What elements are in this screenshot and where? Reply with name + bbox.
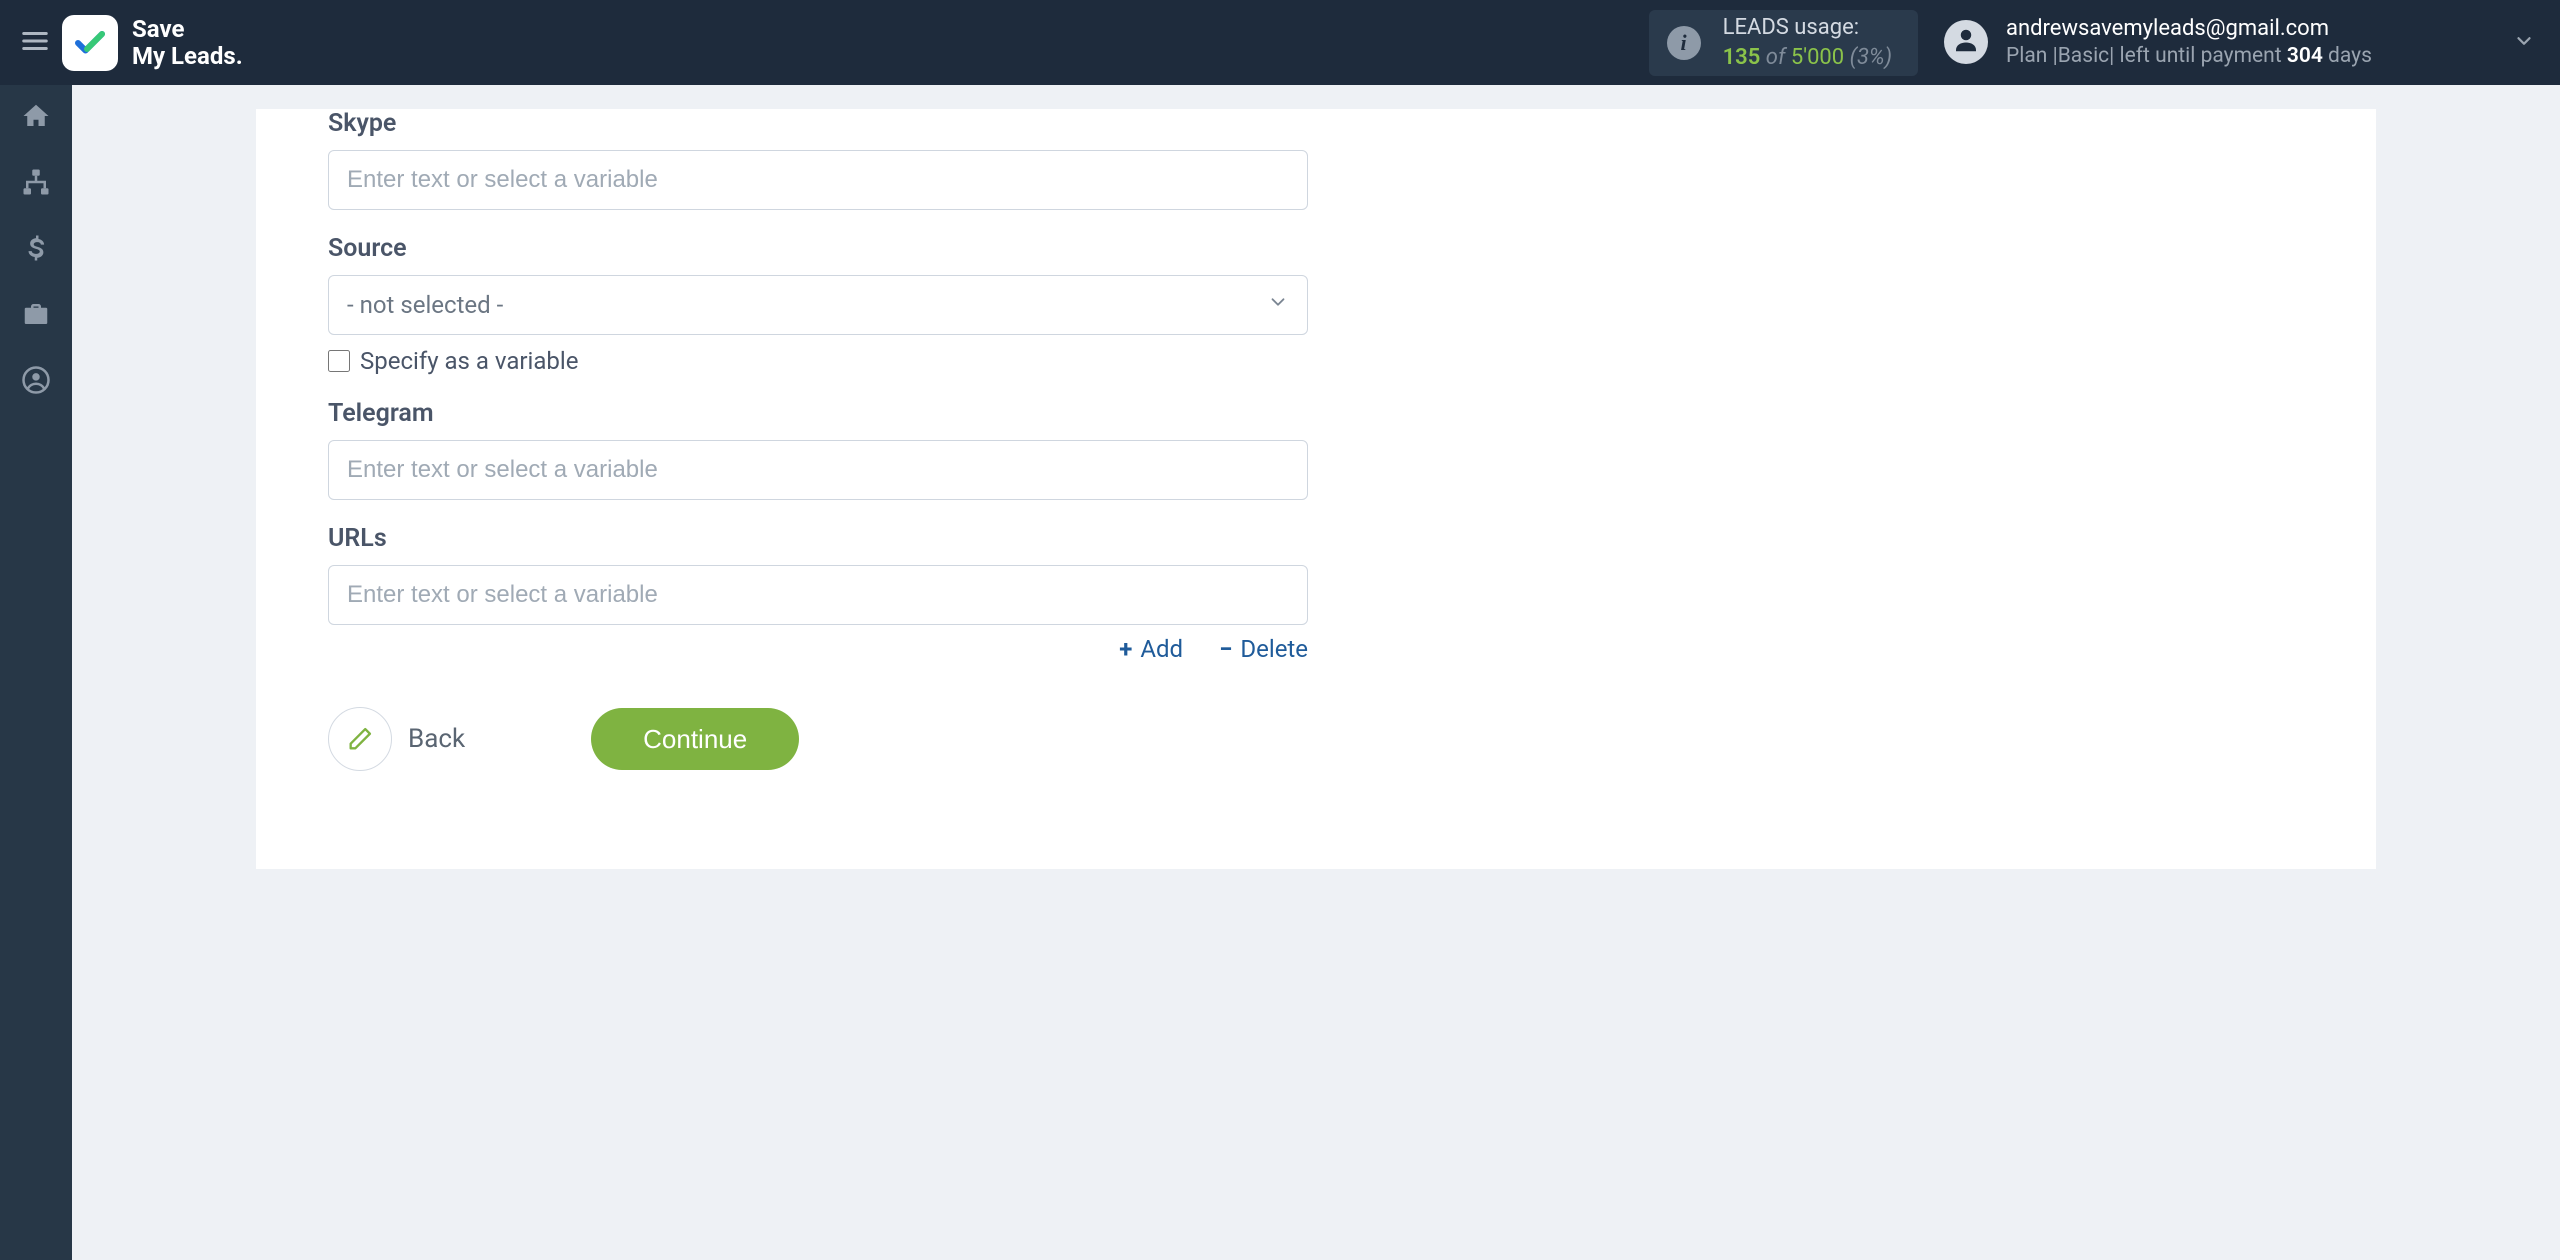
plan-days-suffix: days: [2323, 44, 2372, 68]
sidebar: [0, 85, 72, 1260]
skype-input[interactable]: [328, 150, 1308, 210]
source-select[interactable]: - not selected -: [328, 275, 1308, 335]
buttons-row: Back Continue: [328, 707, 1856, 771]
label-source: Source: [328, 234, 1856, 263]
field-group-telegram: Telegram: [328, 399, 1856, 500]
home-icon: [21, 101, 51, 135]
brand-line2: My Leads.: [132, 43, 243, 69]
urls-delete-label: Delete: [1240, 635, 1308, 663]
continue-button[interactable]: Continue: [591, 708, 799, 770]
dollar-icon: [21, 233, 51, 267]
usage-limit: 5'000: [1791, 45, 1844, 70]
continue-label: Continue: [643, 724, 747, 754]
briefcase-icon: [21, 299, 51, 333]
avatar: [1944, 20, 1988, 64]
minus-icon: −: [1219, 635, 1232, 663]
telegram-input[interactable]: [328, 440, 1308, 500]
usage-used: 135: [1723, 45, 1761, 70]
usage-of: of: [1766, 45, 1786, 70]
brand-logo-icon: [62, 15, 118, 71]
sitemap-icon: [21, 167, 51, 201]
urls-input[interactable]: [328, 565, 1308, 625]
field-group-urls: URLs + Add − Delete: [328, 524, 1856, 663]
page-scroll[interactable]: Skype Source - not selected - Specify as…: [72, 85, 2560, 1260]
back-button[interactable]: Back: [328, 707, 465, 771]
account-menu[interactable]: andrewsavemyleads@gmail.com Plan |Basic|…: [1944, 15, 2504, 71]
account-dropdown-toggle[interactable]: [2504, 30, 2544, 56]
account-plan: Plan |Basic| left until payment 304 days: [2006, 43, 2372, 70]
info-icon: i: [1667, 26, 1701, 60]
sidebar-item-billing[interactable]: [0, 217, 72, 283]
pencil-icon: [328, 707, 392, 771]
source-selected-value: - not selected -: [347, 291, 503, 319]
scrollbar-gutter: [2548, 85, 2560, 1260]
plan-prefix: Plan |: [2006, 44, 2058, 68]
usage-label: LEADS usage:: [1723, 13, 1892, 43]
sidebar-item-profile[interactable]: [0, 349, 72, 415]
brand-name: Save My Leads.: [132, 16, 243, 69]
usage-values: 135 of 5'000 (3%): [1723, 43, 1892, 73]
urls-add-label: Add: [1140, 635, 1183, 663]
source-specify-row[interactable]: Specify as a variable: [328, 347, 1856, 375]
urls-add-button[interactable]: + Add: [1119, 635, 1183, 663]
chevron-down-icon: [1267, 291, 1289, 319]
brand-line1: Save: [132, 16, 243, 42]
label-telegram: Telegram: [328, 399, 1856, 428]
user-circle-icon: [21, 365, 51, 399]
brand[interactable]: Save My Leads.: [62, 15, 243, 71]
hamburger-icon: [20, 26, 50, 60]
plan-name: Basic: [2058, 44, 2109, 68]
plan-days-num: 304: [2287, 44, 2323, 68]
sidebar-item-briefcase[interactable]: [0, 283, 72, 349]
field-group-source: Source - not selected - Specify as a var…: [328, 234, 1856, 375]
sidebar-item-connections[interactable]: [0, 151, 72, 217]
label-skype: Skype: [328, 109, 1856, 138]
urls-delete-button[interactable]: − Delete: [1219, 635, 1308, 663]
label-urls: URLs: [328, 524, 1856, 553]
topbar: Save My Leads. i LEADS usage: 135 of 5'0…: [0, 0, 2560, 85]
menu-toggle[interactable]: [8, 16, 62, 70]
source-specify-label: Specify as a variable: [360, 347, 578, 375]
form-card: Skype Source - not selected - Specify as…: [256, 109, 2376, 869]
back-label: Back: [408, 724, 465, 754]
source-specify-checkbox[interactable]: [328, 350, 350, 372]
usage-pill[interactable]: i LEADS usage: 135 of 5'000 (3%): [1649, 10, 1918, 76]
user-icon: [1951, 25, 1981, 59]
usage-text: LEADS usage: 135 of 5'000 (3%): [1723, 13, 1892, 72]
plus-icon: +: [1119, 635, 1132, 663]
sidebar-item-home[interactable]: [0, 85, 72, 151]
chevron-down-icon: [2513, 30, 2535, 56]
urls-actions: + Add − Delete: [328, 635, 1308, 663]
account-email: andrewsavemyleads@gmail.com: [2006, 15, 2372, 44]
plan-mid: | left until payment: [2109, 44, 2287, 68]
usage-pct: (3%): [1850, 45, 1892, 70]
field-group-skype: Skype: [328, 109, 1856, 210]
account-text: andrewsavemyleads@gmail.com Plan |Basic|…: [2006, 15, 2372, 71]
